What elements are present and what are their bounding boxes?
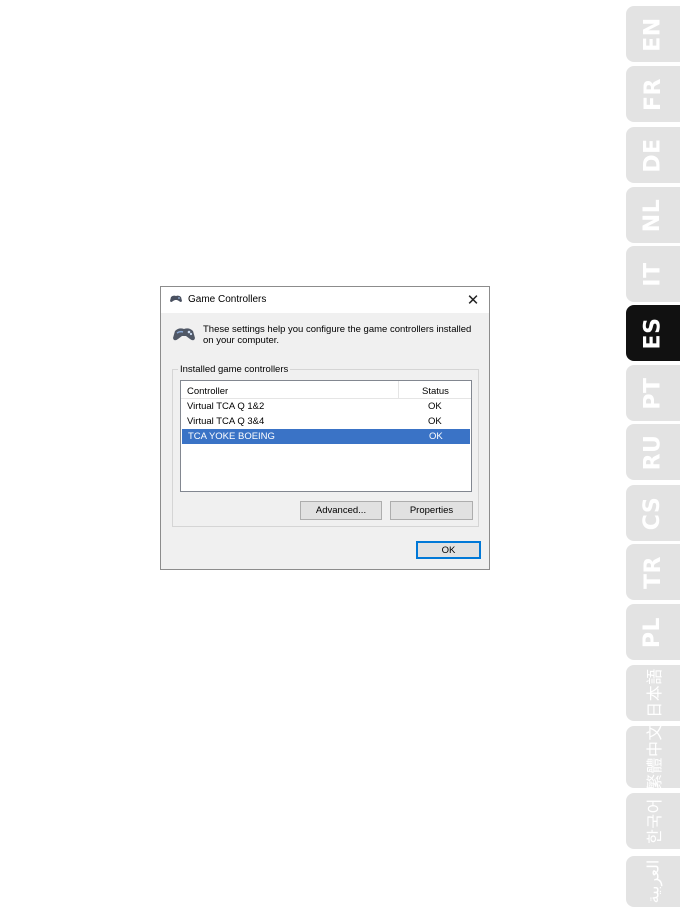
controller-name: TCA YOKE BOEING — [188, 431, 275, 442]
lang-tab-ar[interactable]: العربية — [626, 856, 680, 907]
lang-tab-zh[interactable]: 繁體中文 — [626, 726, 680, 788]
lang-tab-label: 繁體中文 — [645, 726, 665, 788]
list-item[interactable]: Virtual TCA Q 1&2 OK — [181, 399, 471, 414]
lang-tab-ja[interactable]: 日本語 — [626, 665, 680, 721]
list-header: Controller Status — [181, 381, 471, 399]
lang-tab-label: DE — [640, 137, 666, 173]
lang-tab-label: 日本語 — [644, 668, 664, 718]
gamepad-icon — [169, 294, 183, 307]
lang-tab-label: RU — [640, 434, 666, 470]
lang-tab-pl[interactable]: PL — [626, 604, 680, 660]
lang-tab-nl[interactable]: NL — [626, 187, 680, 243]
controller-name: Virtual TCA Q 3&4 — [187, 416, 265, 427]
gamepad-icon — [172, 325, 196, 346]
controller-status: OK — [428, 401, 442, 412]
lang-tab-it[interactable]: IT — [626, 246, 680, 302]
lang-tab-label: العربية — [643, 859, 663, 904]
lang-tab-cs[interactable]: CS — [626, 485, 680, 541]
lang-tab-label: CS — [640, 496, 666, 530]
column-header-status[interactable]: Status — [422, 386, 449, 397]
language-tabs: EN FR DE NL IT ES PT RU CS TR PL 日本語 繁體中… — [626, 0, 680, 907]
lang-tab-label: FR — [640, 77, 666, 111]
lang-tab-label: TR — [640, 555, 666, 589]
lang-tab-pt[interactable]: PT — [626, 365, 680, 421]
list-item-selected[interactable]: TCA YOKE BOEING OK — [182, 429, 470, 444]
controller-status: OK — [428, 416, 442, 427]
controller-name: Virtual TCA Q 1&2 — [187, 401, 265, 412]
group-label: Installed game controllers — [178, 364, 291, 375]
game-controllers-dialog: Game Controllers ✕ These settings help y… — [160, 286, 490, 570]
lang-tab-label: PL — [640, 616, 666, 648]
lang-tab-label: PT — [640, 376, 666, 410]
lang-tab-en[interactable]: EN — [626, 6, 680, 62]
intro-text: These settings help you configure the ga… — [203, 324, 472, 346]
lang-tab-ko[interactable]: 한국어 — [626, 793, 680, 849]
lang-tab-label: 한국어 — [644, 798, 664, 844]
lang-tab-label: ES — [640, 317, 666, 349]
lang-tab-fr[interactable]: FR — [626, 66, 680, 122]
lang-tab-label: NL — [640, 198, 666, 232]
controller-status: OK — [429, 431, 443, 442]
close-button[interactable]: ✕ — [463, 291, 483, 309]
ok-button[interactable]: OK — [416, 541, 481, 559]
column-separator[interactable] — [398, 381, 399, 398]
advanced-button[interactable]: Advanced... — [300, 501, 382, 520]
column-header-controller[interactable]: Controller — [187, 386, 228, 397]
lang-tab-tr[interactable]: TR — [626, 544, 680, 600]
title-bar[interactable]: Game Controllers ✕ — [161, 287, 489, 313]
dialog-title: Game Controllers — [188, 294, 267, 305]
lang-tab-label: IT — [640, 261, 666, 287]
controller-list[interactable]: Controller Status Virtual TCA Q 1&2 OK V… — [180, 380, 472, 492]
lang-tab-es[interactable]: ES — [626, 305, 680, 361]
list-item[interactable]: Virtual TCA Q 3&4 OK — [181, 414, 471, 429]
lang-tab-label: EN — [640, 16, 666, 52]
properties-button[interactable]: Properties — [390, 501, 473, 520]
lang-tab-de[interactable]: DE — [626, 127, 680, 183]
installed-controllers-group: Installed game controllers Controller St… — [172, 364, 479, 527]
lang-tab-ru[interactable]: RU — [626, 424, 680, 480]
